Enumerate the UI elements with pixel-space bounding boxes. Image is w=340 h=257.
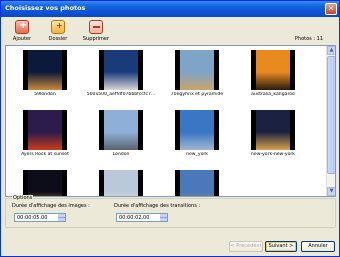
photo-item[interactable] (86, 168, 156, 196)
photo-thumbnail (99, 110, 143, 150)
transition-duration-spin-arrows[interactable] (160, 214, 167, 221)
photo-caption: 59london (34, 92, 56, 97)
transition-duration-spinner[interactable]: 00:00:02.00 (116, 213, 168, 222)
add-icon (15, 20, 29, 34)
photo-gallery[interactable]: ▲ ▼ 59london 500x500_aeffdf07bbbfccfc7...… (5, 45, 336, 197)
photo-thumbnail (251, 110, 295, 150)
photo-thumbnail (251, 50, 295, 90)
photo-caption: Ayers Rock at sunset (21, 152, 69, 157)
options-group: Options Durée d'affichage des images : 0… (5, 195, 336, 228)
image-duration-value: 00:00:05.00 (17, 215, 48, 221)
photo-thumbnail (99, 170, 143, 196)
photo-item[interactable]: 59london (10, 48, 80, 106)
photo-count: Photos : 11 (294, 36, 323, 42)
photo-item[interactable]: 70egyhrix et pyramide (162, 48, 232, 106)
photo-thumbnail (99, 50, 143, 90)
photo-caption: new_york (186, 152, 208, 157)
add-button-label: Ajouter (12, 36, 32, 42)
image-duration-spin-arrows[interactable] (58, 214, 65, 221)
photo-caption: London (112, 152, 130, 157)
previous-button[interactable]: < Précédent (229, 241, 263, 252)
cancel-button[interactable]: Annuler (301, 241, 335, 252)
photo-thumbnail (23, 110, 67, 150)
photo-item[interactable] (162, 168, 232, 196)
gallery-scrollbar[interactable]: ▲ ▼ (326, 46, 335, 196)
photo-thumbnail (23, 170, 67, 196)
photo-item[interactable]: London (86, 108, 156, 166)
scroll-up-button[interactable]: ▲ (327, 46, 335, 55)
photo-item[interactable] (10, 168, 80, 196)
photo-caption: 500x500_aeffdf07bbbfccfc7... (86, 92, 156, 97)
folder-button-label: Dossier (48, 36, 68, 42)
image-duration-spinner[interactable]: 00:00:05.00 (14, 213, 66, 222)
add-button[interactable]: Ajouter (5, 20, 39, 44)
options-legend: Options (12, 195, 34, 201)
transition-duration-label: Durée d'affichage des transitions : (114, 203, 201, 209)
close-button[interactable]: ✕ (325, 3, 337, 15)
toolbar: Ajouter Dossier Supprimer (1, 17, 339, 45)
dialog-window: Choisissez vos photos ✕ Ajouter Dossier … (0, 0, 340, 257)
folder-button[interactable]: Dossier (41, 20, 75, 44)
delete-icon (89, 20, 103, 34)
transition-duration-value: 00:00:02.00 (119, 215, 150, 221)
delete-button-label: Supprimer (82, 36, 110, 42)
photo-item[interactable]: australia_kangaroo (238, 48, 308, 106)
scroll-down-button[interactable]: ▼ (327, 187, 335, 196)
photo-item[interactable]: new-york-new-york (238, 108, 308, 166)
photo-caption: australia_kangaroo (251, 92, 295, 97)
photo-thumbnail (175, 170, 219, 196)
photo-thumbnail (175, 50, 219, 90)
next-button[interactable]: Suivant > (265, 241, 297, 252)
photo-caption: 70egyhrix et pyramide (170, 92, 224, 97)
folder-icon (51, 20, 65, 34)
photo-caption: new-york-new-york (251, 152, 295, 157)
image-duration-label: Durée d'affichage des images : (12, 203, 90, 209)
window-title: Choisissez vos photos (5, 4, 86, 12)
photo-item[interactable]: Ayers Rock at sunset (10, 108, 80, 166)
scroll-thumb[interactable] (327, 56, 335, 174)
delete-button[interactable]: Supprimer (79, 20, 113, 44)
photo-thumbnail (23, 50, 67, 90)
photo-item[interactable]: new_york (162, 108, 232, 166)
photo-thumbnail (175, 110, 219, 150)
photo-item[interactable]: 500x500_aeffdf07bbbfccfc7... (86, 48, 156, 106)
title-bar[interactable]: Choisissez vos photos ✕ (1, 1, 339, 17)
